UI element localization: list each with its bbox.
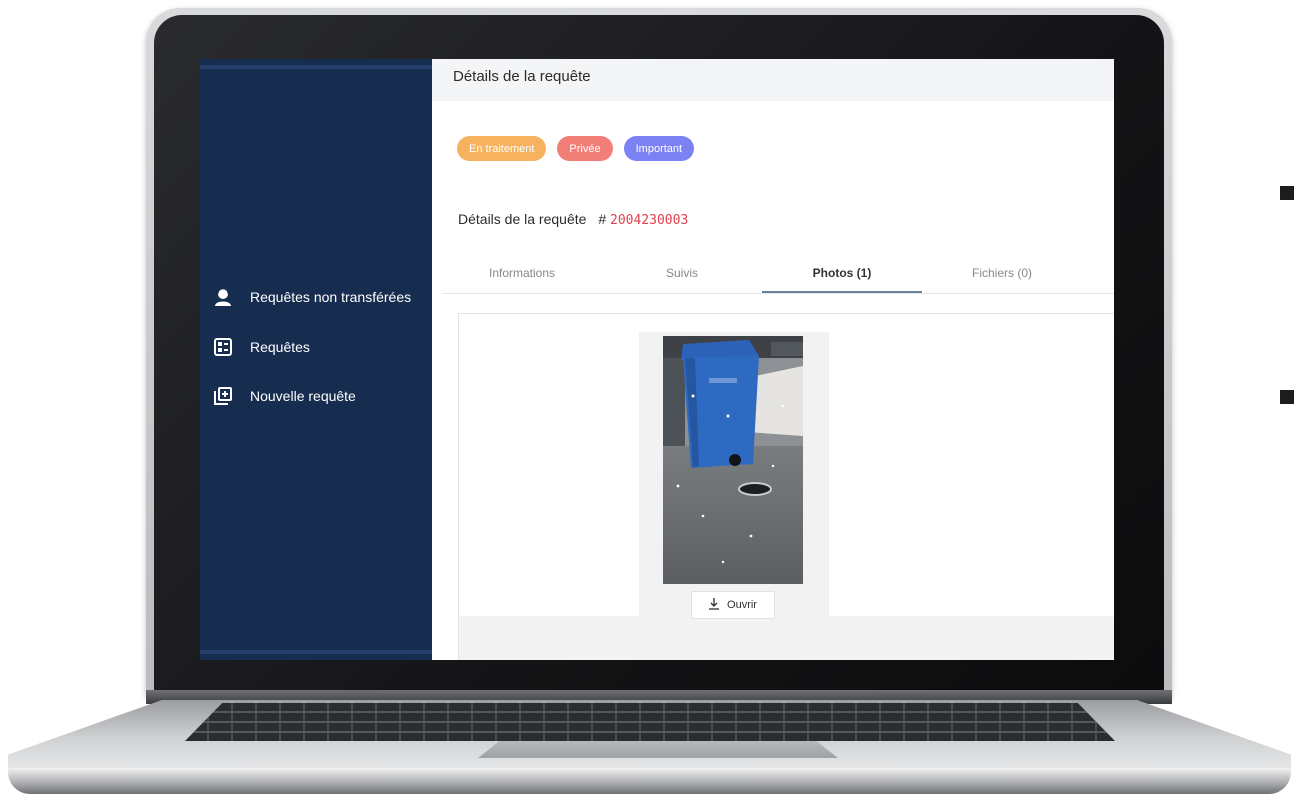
main-content: Détails de la requête En traitement Priv… [432, 59, 1114, 660]
laptop-touchpad [478, 741, 838, 758]
sidebar-item-label: Nouvelle requête [250, 388, 356, 404]
tab-fichiers[interactable]: Fichiers (0) [922, 255, 1082, 291]
photos-panel: Ouvrir [458, 313, 1114, 660]
tab-photos[interactable]: Photos (1) [762, 255, 922, 293]
open-photo-label: Ouvrir [727, 599, 757, 611]
decorative-bullet [1280, 186, 1294, 200]
photos-panel-body: Ouvrir [459, 314, 1114, 619]
sidebar-bottom-line [200, 650, 432, 654]
laptop-keyboard-rows [185, 703, 1115, 741]
sidebar-item-unassigned-requests[interactable]: Requêtes non transférées [212, 286, 411, 308]
page-title: Détails de la requête [453, 68, 591, 85]
request-number: 2004230003 [610, 213, 689, 228]
status-badges: En traitement Privée Important [457, 136, 695, 161]
sidebar: Requêtes non transférées Requêtes Nouvel… [200, 59, 432, 660]
sidebar-item-label: Requêtes [250, 339, 310, 355]
status-badge-in-progress: En traitement [457, 136, 547, 161]
list-icon [212, 336, 234, 358]
sidebar-item-requests[interactable]: Requêtes [212, 336, 310, 358]
tab-suivis[interactable]: Suivis [602, 255, 762, 291]
status-badge-important: Important [623, 136, 695, 161]
decorative-bullet [1280, 390, 1294, 404]
download-icon [709, 597, 720, 613]
page-header: Détails de la requête [432, 59, 1114, 101]
photo-card: Ouvrir [639, 332, 829, 619]
status-badge-private: Privée [557, 136, 613, 161]
open-photo-button[interactable]: Ouvrir [691, 591, 775, 619]
request-details-label: Détails de la requête [458, 211, 587, 227]
user-headset-icon [212, 286, 234, 308]
add-request-icon [212, 385, 234, 407]
request-details-heading: Détails de la requête # 2004230003 [458, 211, 688, 228]
sidebar-item-new-request[interactable]: Nouvelle requête [212, 385, 356, 407]
photo-thumbnail[interactable] [663, 336, 803, 584]
request-hash: # [598, 211, 607, 227]
sidebar-item-label: Requêtes non transférées [250, 289, 412, 305]
laptop-base-edge [8, 768, 1291, 794]
app-screen: Requêtes non transférées Requêtes Nouvel… [200, 59, 1114, 660]
tab-bar: Informations Suivis Photos (1) Fichiers … [442, 255, 1114, 294]
tab-informations[interactable]: Informations [442, 255, 602, 291]
sidebar-top-line [200, 65, 432, 69]
